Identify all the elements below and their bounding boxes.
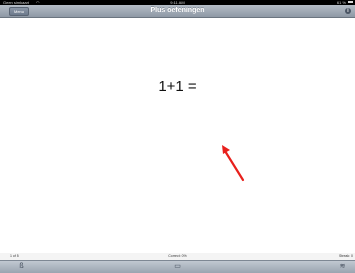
arrow-shaft — [223, 149, 245, 182]
info-icon[interactable]: i — [345, 8, 351, 14]
page-title: Plus oefeningen — [150, 7, 205, 14]
status-footer: 1 of 5 Correct: 0% Streak: 0 — [0, 253, 355, 260]
restart-icon[interactable]: ß — [17, 263, 26, 271]
exercise-question: 1+1 = — [158, 78, 197, 95]
navigation-bar: Plus oefeningen Menu i — [0, 5, 355, 18]
keyboard-icon[interactable]: ▭ — [173, 263, 182, 271]
annotation-arrow-icon — [222, 145, 245, 182]
bottom-toolbar: ß ▭ ≋ — [0, 260, 355, 273]
menu-button[interactable]: Menu — [9, 7, 29, 16]
streak-label: Streak: 0 — [338, 254, 353, 258]
settings-icon[interactable]: ≋ — [338, 263, 347, 271]
battery-icon — [348, 1, 353, 3]
score-label: Correct: 0% — [168, 254, 187, 258]
